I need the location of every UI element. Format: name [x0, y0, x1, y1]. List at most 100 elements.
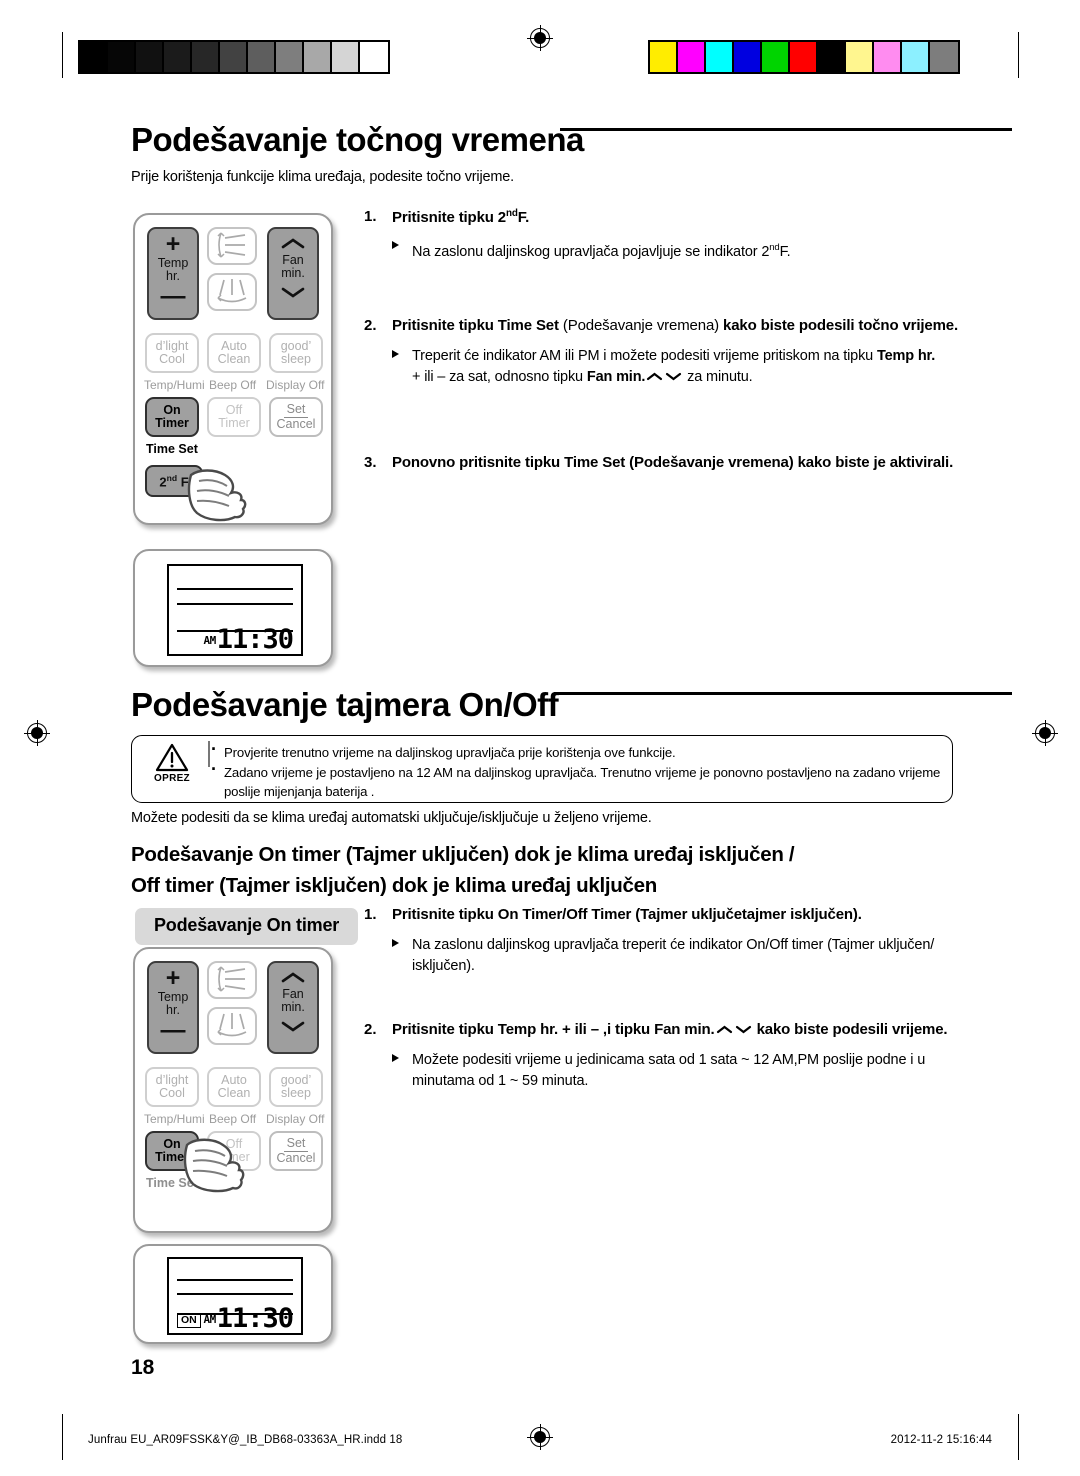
vertical-airflow-icon: [217, 966, 246, 992]
subheading-line-2: Off timer (Tajmer isključen) dok je klim…: [131, 874, 657, 897]
lcd-time-digits: 11:30: [216, 624, 294, 655]
calibration-swatch: [304, 42, 332, 72]
horizontal-airflow-button[interactable]: [207, 273, 257, 311]
calibration-swatch: [164, 42, 192, 72]
remote-control-illustration-timer: + Temp hr. — Fan min. d’light Cool Auto …: [133, 947, 333, 1233]
auto-clean-line2: Clean: [217, 352, 251, 366]
down-chevron-icon: [281, 1021, 305, 1032]
lcd-time-readout: AM 11:30: [203, 1303, 294, 1334]
vertical-airflow-button[interactable]: [207, 227, 257, 265]
on-timer-button[interactable]: On Timer: [145, 1131, 199, 1171]
grayscale-calibration-bar: [78, 40, 390, 74]
good-sleep-line1: good’: [280, 1072, 312, 1087]
lcd-separator-line: [177, 1293, 293, 1295]
lcd-time-digits: 11:30: [216, 1303, 294, 1334]
lcd-on-indicator: ON: [177, 1313, 201, 1328]
lcd-display-illustration-timer: ON AM 11:30: [133, 1244, 333, 1344]
cancel-label: Cancel: [276, 417, 316, 431]
bullet-clock-1-1: Na zaslonu daljinskog upravljača pojavlj…: [392, 237, 992, 263]
step-number: 2.: [364, 1021, 377, 1038]
step-number: 1.: [364, 906, 377, 923]
cancel-label: Cancel: [276, 1151, 316, 1165]
time-set-caption: Time Set: [146, 1176, 198, 1190]
subheading-line-1: Podešavanje On timer (Tajmer uključen) d…: [131, 843, 795, 866]
step-number: 3.: [364, 454, 377, 471]
fan-min-button[interactable]: Fan min.: [267, 227, 319, 320]
calibration-swatch: [80, 42, 108, 72]
heading-rule: [560, 128, 1012, 131]
on-timer-line1: On: [163, 1136, 181, 1151]
on-timer-line2: Timer: [155, 1150, 189, 1164]
off-timer-line2: Timer: [218, 1150, 250, 1164]
good-sleep-button[interactable]: good’ sleep: [269, 333, 323, 373]
auto-clean-button[interactable]: Auto Clean: [207, 333, 261, 373]
bullet-triangle-icon: [392, 939, 399, 947]
calibration-swatch: [650, 42, 678, 72]
down-chevron-icon: [735, 1025, 751, 1034]
lcd-separator-line: [177, 588, 293, 590]
horizontal-airflow-button[interactable]: [207, 1007, 257, 1045]
calibration-swatch: [762, 42, 790, 72]
temp-minus-label: —: [160, 1016, 186, 1044]
caution-item: Zadano vrijeme je postavljeno na 12 AM n…: [211, 760, 942, 801]
temp-plus-label: +: [165, 230, 181, 258]
on-timer-button[interactable]: On Timer: [145, 397, 199, 437]
off-timer-button[interactable]: Off Timer: [207, 1131, 261, 1171]
calibration-swatch: [332, 42, 360, 72]
horizontal-airflow-icon: [217, 279, 247, 303]
calibration-swatch: [276, 42, 304, 72]
fan-label-line2: min.: [281, 999, 305, 1014]
crop-line-right-bottom: [1018, 1414, 1019, 1460]
good-sleep-line2: sleep: [281, 1086, 311, 1100]
lcd-screen: ON AM 11:30: [167, 1257, 303, 1335]
bullet-triangle-icon: [392, 241, 399, 249]
off-timer-line1: Off: [225, 1136, 243, 1151]
page-title-timer-setting: Podešavanje tajmera On/Off: [131, 686, 559, 723]
bullet-clock-2-1: Treperit će indikator AM ili PM i možete…: [392, 346, 992, 388]
registration-target-icon: [24, 720, 50, 746]
off-timer-line2: Timer: [218, 416, 250, 430]
temp-hr-button[interactable]: + Temp hr. —: [147, 961, 199, 1054]
up-chevron-icon: [281, 972, 305, 983]
set-cancel-button[interactable]: Set Cancel: [269, 1131, 323, 1171]
auto-clean-button[interactable]: Auto Clean: [207, 1067, 261, 1107]
step-number: 2.: [364, 317, 377, 334]
good-sleep-line1: good’: [280, 338, 312, 353]
caution-label: OPREZ: [154, 773, 190, 784]
dlight-cool-button[interactable]: d’light Cool: [145, 1067, 199, 1107]
calibration-swatch: [706, 42, 734, 72]
temp-humi-caption: Temp/Humi: [144, 378, 205, 392]
step-text: Pritisnite tipku Temp hr. + ili – ,i tip…: [392, 1021, 948, 1038]
footer-filename: Junfrau EU_AR09FSSK&Y@_IB_DB68-03363A_HR…: [88, 1434, 403, 1446]
lcd-screen: AM 11:30: [167, 564, 303, 656]
good-sleep-button[interactable]: good’ sleep: [269, 1067, 323, 1107]
set-cancel-button[interactable]: Set Cancel: [269, 397, 323, 437]
fan-label-line1: Fan: [282, 252, 304, 267]
caution-list: Provjerite trenutno vrijeme na daljinsko…: [211, 740, 942, 802]
calibration-swatch: [734, 42, 762, 72]
registration-target-icon: [1032, 720, 1058, 746]
caution-icon-group: OPREZ: [141, 742, 203, 784]
auto-clean-line1: Auto: [221, 338, 247, 353]
calibration-swatch: [902, 42, 930, 72]
dlight-cool-button[interactable]: d’light Cool: [145, 333, 199, 373]
warning-triangle-icon: [155, 743, 189, 772]
second-function-button[interactable]: 2nd F: [145, 465, 203, 497]
lcd-separator-line: [177, 1279, 293, 1281]
temp-hr-button[interactable]: + Temp hr. —: [147, 227, 199, 320]
lcd-ampm-indicator: AM: [203, 634, 216, 647]
calibration-swatch: [360, 42, 388, 72]
off-timer-button[interactable]: Off Timer: [207, 397, 261, 437]
registration-target-icon: [527, 1424, 553, 1450]
bullet-text: Možete podesiti vrijeme u jedinicama sat…: [412, 1052, 926, 1089]
vertical-airflow-button[interactable]: [207, 961, 257, 999]
fan-min-button[interactable]: Fan min.: [267, 961, 319, 1054]
step-text: Pritisnite tipku Time Set (Podešavanje v…: [392, 317, 958, 334]
good-sleep-line2: sleep: [281, 352, 311, 366]
calibration-swatch: [220, 42, 248, 72]
bullet-triangle-icon: [392, 1054, 399, 1062]
lcd-display-illustration-clock: AM 11:30: [133, 549, 333, 667]
crop-line-left-bottom: [62, 1414, 63, 1460]
lcd-time-readout: AM 11:30: [203, 624, 294, 655]
up-chevron-icon: [281, 238, 305, 249]
